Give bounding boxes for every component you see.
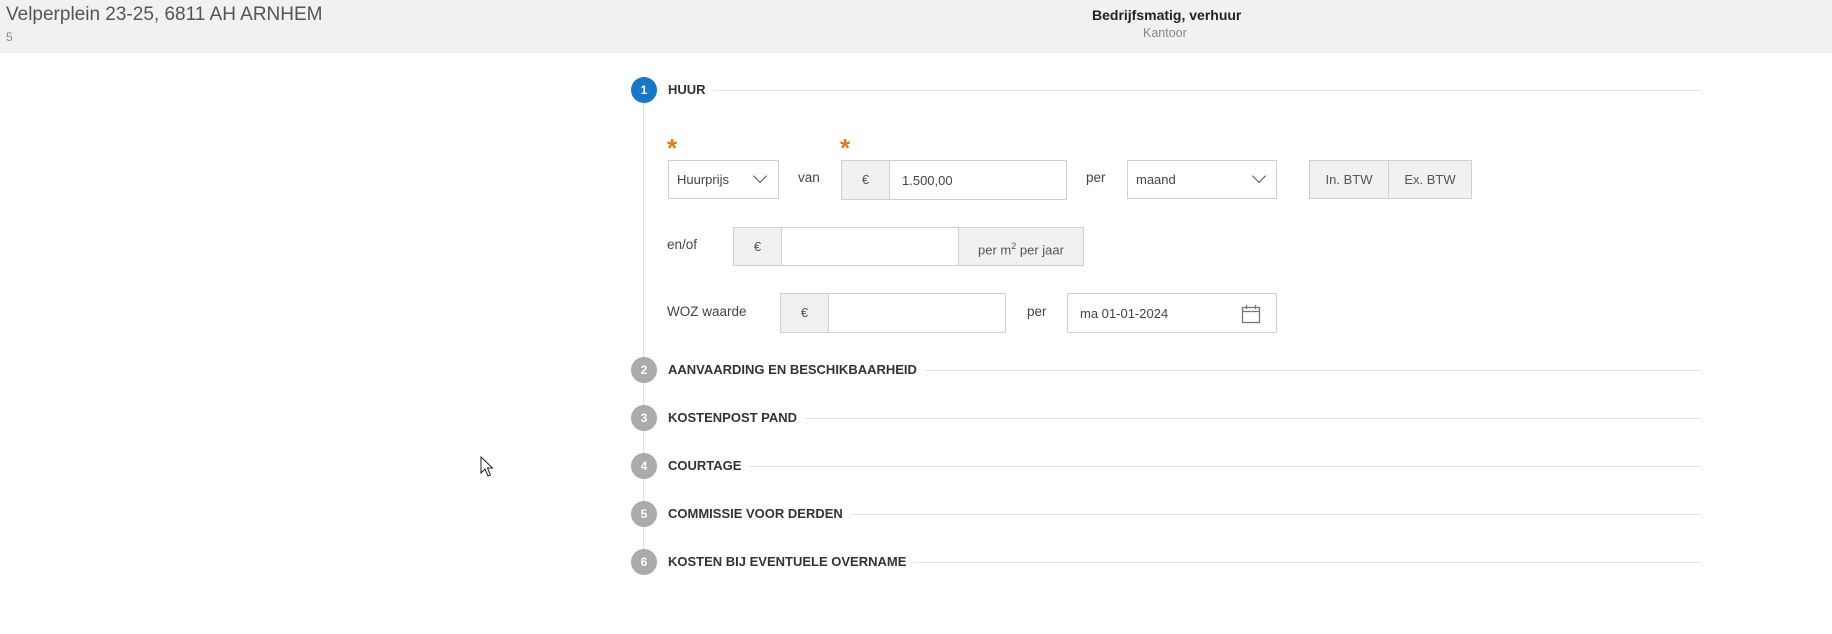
step-label: KOSTENPOST PAND — [668, 410, 806, 425]
currency-addon: € — [780, 293, 829, 333]
step-commissie[interactable]: 5 COMMISSIE VOOR DERDEN — [631, 501, 1701, 527]
step-divider — [668, 90, 1701, 91]
step-huur[interactable]: 1 HUUR — [631, 77, 1701, 103]
property-subtype: Kantoor — [1143, 26, 1187, 40]
price-input[interactable]: 1.500,00 — [889, 160, 1067, 200]
btw-incl-button[interactable]: In. BTW — [1309, 160, 1389, 199]
required-marker: * — [840, 133, 851, 163]
step-overname[interactable]: 6 KOSTEN BIJ EVENTUELE OVERNAME — [631, 549, 1701, 575]
required-marker: * — [667, 133, 678, 163]
unit-prefix: per m — [978, 242, 1012, 258]
property-type: Bedrijfsmatig, verhuur — [1092, 7, 1242, 23]
step-number: 6 — [631, 549, 657, 575]
step-aanvaarding[interactable]: 2 AANVAARDING EN BESCHIKBAARHEID — [631, 357, 1701, 383]
step-number: 1 — [631, 77, 657, 103]
mouse-cursor-icon — [480, 456, 494, 477]
step-number: 4 — [631, 453, 657, 479]
per-label: per — [1086, 170, 1106, 185]
property-address: Velperplein 23-25, 6811 AH ARNHEM — [6, 4, 323, 25]
step-label: COMMISSIE VOOR DERDEN — [668, 506, 851, 521]
enof-label: en/of — [667, 237, 698, 252]
header-bar: Velperplein 23-25, 6811 AH ARNHEM 5 Bedr… — [0, 0, 1832, 53]
van-label: van — [798, 170, 820, 185]
price-per-m2-input[interactable] — [781, 227, 959, 266]
step-divider — [668, 466, 1701, 467]
woz-date-input[interactable]: ma 01-01-2024 — [1067, 293, 1277, 333]
currency-addon: € — [841, 160, 890, 200]
chevron-down-icon — [752, 168, 768, 184]
property-address-sub: 5 — [6, 30, 13, 44]
step-label: AANVAARDING EN BESCHIKBAARHEID — [668, 362, 925, 377]
per-label: per — [1027, 304, 1047, 319]
btw-excl-button[interactable]: Ex. BTW — [1388, 160, 1472, 199]
chevron-down-icon — [1251, 168, 1267, 184]
currency-addon: € — [733, 227, 782, 266]
woz-label: WOZ waarde — [667, 304, 747, 319]
step-label: COURTAGE — [668, 458, 750, 473]
woz-date-value: ma 01-01-2024 — [1080, 306, 1169, 321]
step-label: HUUR — [668, 82, 714, 97]
step-number: 2 — [631, 357, 657, 383]
woz-value-input[interactable] — [828, 293, 1006, 333]
price-type-value: Huurprijs — [677, 172, 730, 187]
calendar-icon[interactable] — [1241, 304, 1261, 324]
step-divider — [668, 418, 1701, 419]
step-number: 3 — [631, 405, 657, 431]
step-courtage[interactable]: 4 COURTAGE — [631, 453, 1701, 479]
price-type-select[interactable]: Huurprijs — [668, 160, 779, 199]
per-m2-per-year-addon: per m2 per jaar — [958, 227, 1084, 266]
step-label: KOSTEN BIJ EVENTUELE OVERNAME — [668, 554, 915, 569]
price-value: 1.500,00 — [902, 173, 953, 188]
step-number: 5 — [631, 501, 657, 527]
period-select[interactable]: maand — [1127, 160, 1277, 199]
period-value: maand — [1136, 172, 1176, 187]
unit-suffix: per jaar — [1016, 242, 1064, 258]
step-kostenpost[interactable]: 3 KOSTENPOST PAND — [631, 405, 1701, 431]
